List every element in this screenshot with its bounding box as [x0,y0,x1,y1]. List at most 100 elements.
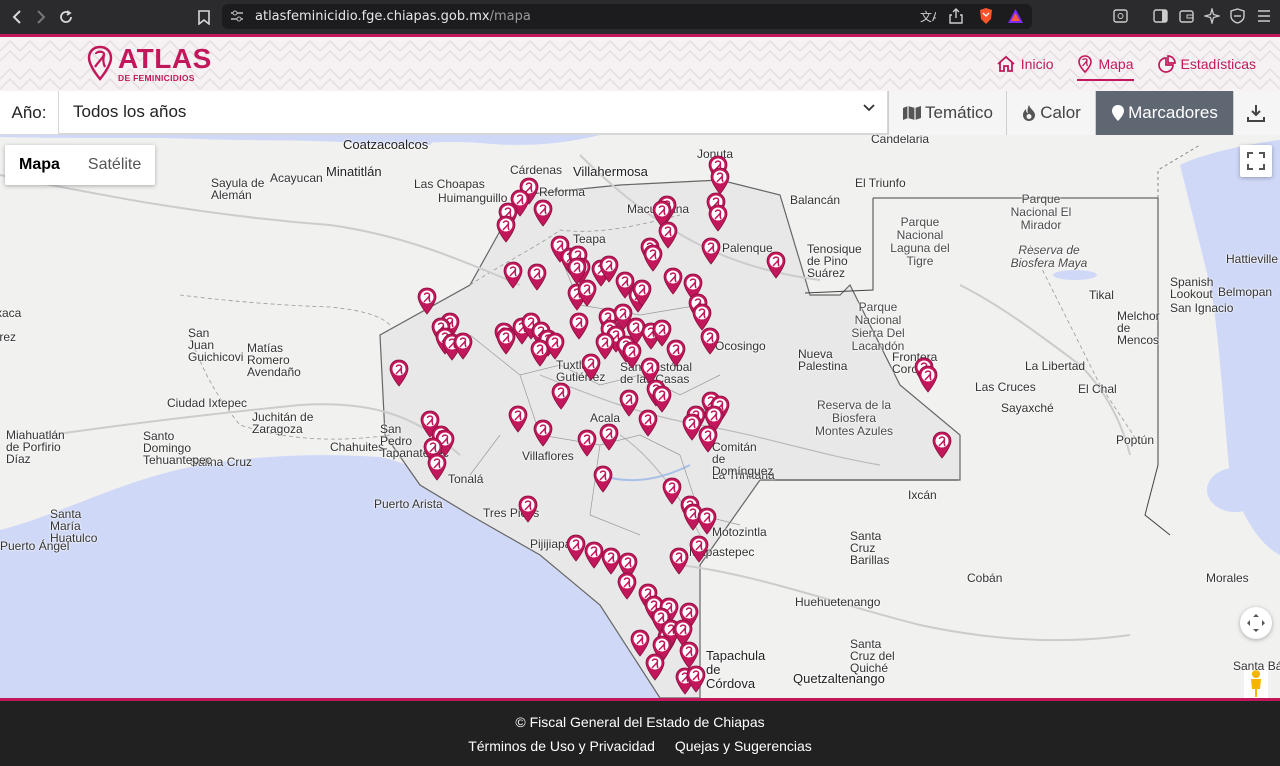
address-bar[interactable]: atlasfeminicidio.fge.chiapas.gob.mx/mapa… [222,4,1032,29]
marker-pin[interactable] [496,327,516,355]
download-button[interactable] [1233,91,1280,135]
marker-pin[interactable] [698,425,718,453]
marker-pin[interactable] [619,389,639,417]
marker-pin[interactable] [601,547,621,575]
marker-pin[interactable] [662,477,682,505]
marker-pin[interactable] [645,653,665,681]
footer-copyright: © Fiscal General del Estado de Chiapas [515,714,765,730]
marker-pin[interactable] [593,465,613,493]
site-logo[interactable]: ATLAS DE FEMINICIDIOS [86,42,212,83]
url-host: atlasfeminicidio.fge.chiapas.gob.mx [255,9,490,24]
map-canvas[interactable]: Mapa Satélite Coatzacoalcos Minatitlán V… [0,135,1280,698]
translate-icon[interactable]: 文A [920,9,936,24]
map-icon [902,106,921,120]
marker-pin[interactable] [503,261,523,289]
vpn-icon[interactable] [1230,8,1245,24]
marker-pin[interactable] [617,572,637,600]
share-icon[interactable] [949,8,963,24]
marker-pin[interactable] [630,629,650,657]
marker-layer [389,155,952,695]
pie-chart-icon [1157,55,1176,73]
terms-link[interactable]: Términos de Uso y Privacidad [468,738,655,754]
view-calor-button[interactable]: Calor [1006,91,1095,135]
sidebar-icon[interactable] [1153,9,1168,23]
marker-pin[interactable] [389,359,409,387]
marker-pin[interactable] [679,641,699,669]
marker-pin[interactable] [508,405,528,433]
view-marcadores-button[interactable]: Marcadores [1095,91,1233,135]
view-tematico-label: Temático [924,103,994,122]
main-nav: Inicio Mapa Estadísticas [996,37,1280,91]
marker-pin[interactable] [496,215,516,243]
marker-pin[interactable] [566,534,586,562]
year-select[interactable]: Todos los años [58,91,888,134]
nav-mapa[interactable]: Mapa [1077,37,1134,91]
marker-pin[interactable] [584,541,604,569]
site-footer: © Fiscal General del Estado de Chiapas T… [0,698,1280,766]
forward-icon[interactable] [30,6,52,28]
marker-pin[interactable] [569,312,589,340]
marker-pin[interactable] [453,332,473,360]
year-select-value: Todos los años [73,102,187,121]
site-settings-icon[interactable] [230,10,244,22]
download-icon [1246,105,1265,122]
nav-inicio[interactable]: Inicio [996,37,1053,91]
marker-pin[interactable] [427,453,447,481]
marker-pin[interactable] [701,237,721,265]
ribbon-pin-icon [87,45,113,81]
brave-shield-icon[interactable] [978,7,994,25]
marker-pin[interactable] [682,413,702,441]
marker-pin[interactable] [527,263,547,291]
marker-pin[interactable] [710,167,730,195]
complaints-link[interactable]: Quejas y Sugerencias [675,738,812,754]
svg-text:文A: 文A [920,9,936,24]
menu-icon[interactable] [1257,10,1271,22]
nav-estadisticas[interactable]: Estadísticas [1157,37,1256,91]
marker-pin[interactable] [692,303,712,331]
filter-toolbar: Año: Todos los años Temático Calor Marca… [0,91,1280,135]
marker-pin[interactable] [932,431,952,459]
marker-pin[interactable] [622,341,642,369]
marker-pin[interactable] [658,221,678,249]
view-marcadores-label: Marcadores [1128,103,1218,122]
url-text: atlasfeminicidio.fge.chiapas.gob.mx/mapa [255,9,531,24]
view-tematico-button[interactable]: Temático [888,91,1006,135]
marker-pin[interactable] [533,199,553,227]
brave-rewards-icon[interactable] [1007,8,1024,24]
marker-pin[interactable] [577,429,597,457]
marker-pin[interactable] [518,495,538,523]
nav-estadisticas-label: Estadísticas [1180,56,1256,72]
marker-pin[interactable] [700,327,720,355]
marker-pin[interactable] [708,204,728,232]
marker-pin[interactable] [666,339,686,367]
marker-pin[interactable] [417,287,437,315]
back-icon[interactable] [6,6,28,28]
flame-icon [1023,105,1036,121]
logo-subtitle: DE FEMINICIDIOS [118,72,195,83]
marker-pin[interactable] [652,385,672,413]
marker-pin[interactable] [599,423,619,451]
marker-pin[interactable] [663,267,683,295]
marker-icon [1112,105,1125,121]
marker-pin[interactable] [643,244,663,272]
marker-pin[interactable] [689,535,709,563]
marker-pin[interactable] [638,409,658,437]
marker-pin[interactable] [533,419,553,447]
footer-links: Términos de Uso y Privacidad Quejas y Su… [0,738,1280,754]
wallet-icon[interactable] [1179,9,1194,23]
view-calor-label: Calor [1040,103,1081,122]
leo-ai-icon[interactable] [1204,8,1220,24]
logo-title: ATLAS [118,42,212,74]
reload-icon[interactable] [55,6,77,28]
marker-pin[interactable] [669,547,689,575]
screenshot-icon[interactable] [1113,9,1128,23]
site-header: ATLAS DE FEMINICIDIOS Inicio Mapa Estadí… [0,34,1280,91]
marker-pin[interactable] [766,251,786,279]
bookmark-icon[interactable] [193,6,215,28]
browser-toolbar: atlasfeminicidio.fge.chiapas.gob.mx/mapa… [0,0,1280,34]
marker-pin[interactable] [918,365,938,393]
marker-pin[interactable] [697,507,717,535]
marker-pin[interactable] [595,332,615,360]
marker-pin[interactable] [551,382,571,410]
marker-pin[interactable] [581,353,601,381]
